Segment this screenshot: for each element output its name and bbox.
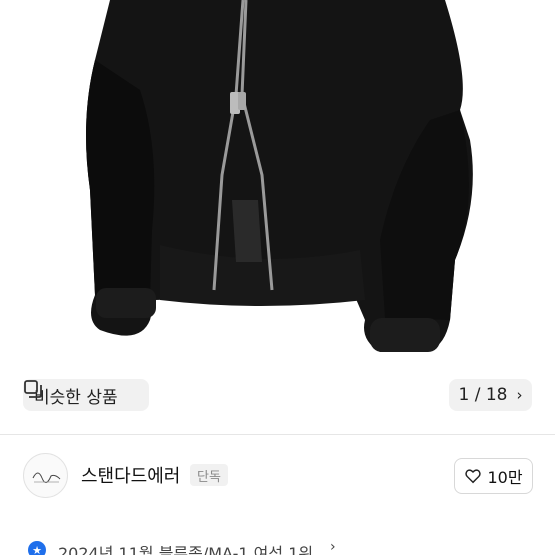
shop-avatar[interactable] — [23, 453, 68, 498]
ranking-text: 2024년 11월 블루종/MA-1 여성 1위 — [58, 544, 314, 555]
image-counter: 1 / 18 — [458, 385, 508, 405]
rank-badge-icon: ★ — [28, 541, 46, 555]
similar-products-button[interactable]: 비슷한 상품 — [23, 379, 149, 411]
similar-products-icon — [24, 380, 42, 398]
exclusive-badge: 단독 — [190, 464, 228, 486]
like-count: 10만 — [487, 468, 523, 487]
ranking-row[interactable]: ★ 2024년 11월 블루종/MA-1 여성 1위 › — [0, 533, 555, 555]
chevron-right-icon: › — [330, 539, 336, 555]
shop-logo — [32, 472, 61, 483]
shop-name[interactable]: 스탠다드에러 — [81, 462, 180, 488]
like-button[interactable]: 10만 — [454, 458, 533, 494]
similar-products-label: 비슷한 상품 — [34, 387, 118, 408]
product-image-gallery[interactable]: 비슷한 상품 1 / 18 › — [0, 0, 555, 434]
product-image — [86, 0, 473, 352]
shop-row[interactable]: 스탠다드에러 단독 10만 — [0, 435, 555, 519]
chevron-right-icon: › — [516, 386, 523, 404]
image-counter-button[interactable]: 1 / 18 › — [449, 379, 532, 411]
heart-icon — [465, 469, 482, 484]
